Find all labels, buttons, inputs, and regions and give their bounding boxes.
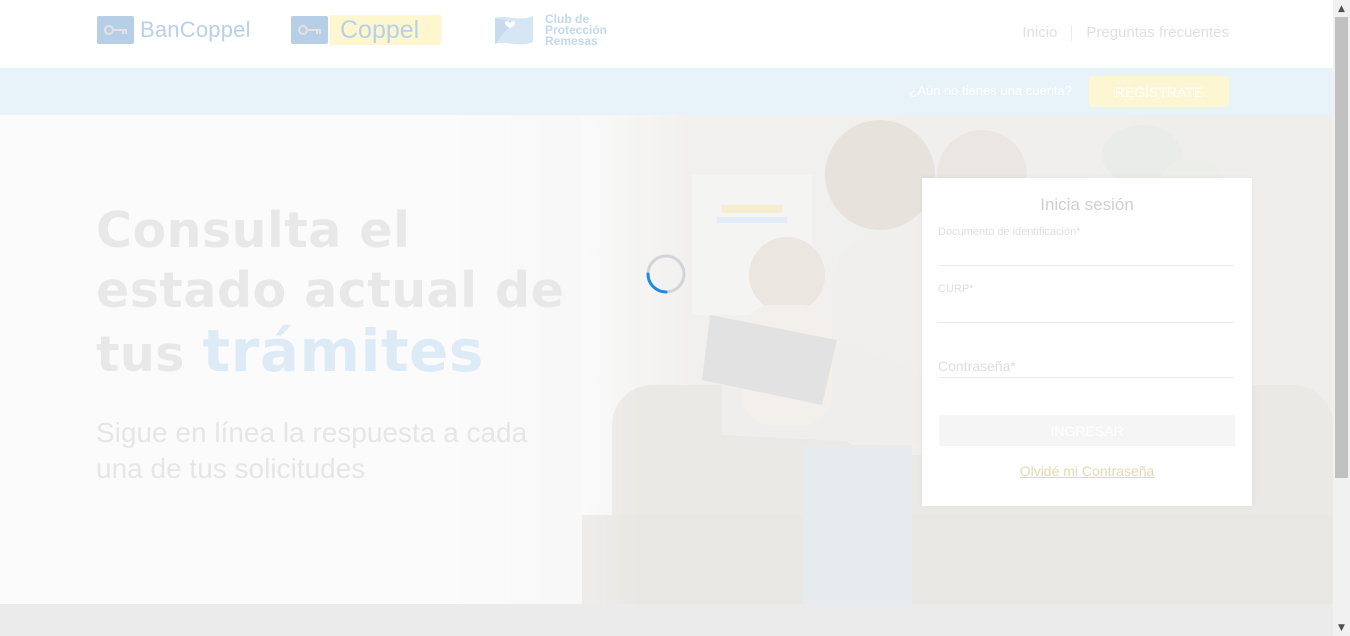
scroll-up-arrow-icon[interactable]: ▲ <box>1333 0 1350 17</box>
scroll-down-arrow-icon[interactable]: ▼ <box>1333 619 1350 636</box>
register-strip: ¿Aún no tienes una cuenta? REGÍSTRATE <box>0 68 1333 115</box>
curp-field[interactable]: CURP* <box>938 283 1234 323</box>
nav-divider <box>1071 24 1073 41</box>
heart-flag-icon <box>495 16 533 45</box>
curp-label: CURP* <box>938 283 974 295</box>
loading-spinner-icon <box>646 254 686 294</box>
id-document-field[interactable]: Documento de identificación* <box>938 226 1234 266</box>
password-label: Contraseña* <box>938 358 1016 374</box>
club-logo-text: Club de Protección Remesas <box>545 11 608 48</box>
scroll-thumb[interactable] <box>1335 17 1348 478</box>
login-title: Inicia sesión <box>1040 195 1134 214</box>
bancoppel-logo-text: BanCoppel <box>140 17 251 42</box>
login-button[interactable]: INGRESAR <box>939 415 1235 446</box>
register-button[interactable]: REGÍSTRATE <box>1089 76 1229 107</box>
bancoppel-logo[interactable]: BanCoppel <box>97 14 251 46</box>
top-nav: Inicio Preguntas frecuentes <box>1022 24 1229 41</box>
club-proteccion-remesas-logo[interactable]: Club de Protección Remesas <box>493 10 607 50</box>
no-account-question: ¿Aún no tienes una cuenta? <box>909 83 1072 98</box>
id-document-label: Documento de identificación* <box>938 226 1081 238</box>
coppel-logo[interactable]: Coppel <box>291 14 441 46</box>
password-field[interactable]: Contraseña* <box>938 358 1234 378</box>
footer <box>0 604 1333 636</box>
login-card: Inicia sesión Documento de identificació… <box>922 178 1252 506</box>
header: BanCoppel Coppel Club de Protección Reme… <box>0 0 1333 68</box>
nav-link-faq[interactable]: Preguntas frecuentes <box>1086 24 1229 41</box>
key-icon <box>291 16 328 44</box>
coppel-logo-text: Coppel <box>340 15 420 44</box>
coppel-logo-box: Coppel <box>330 15 441 45</box>
key-icon <box>97 16 134 44</box>
nav-link-home[interactable]: Inicio <box>1022 24 1057 41</box>
scrollbar[interactable]: ▲ ▼ <box>1333 0 1350 636</box>
hero-title-accent: trámites <box>202 317 484 385</box>
page: BanCoppel Coppel Club de Protección Reme… <box>0 0 1333 636</box>
hero-title: Consulta el estado actual de tus trámite… <box>96 202 565 385</box>
hero-subtitle: Sigue en línea la respuesta a cada una d… <box>96 417 528 484</box>
forgot-password-link[interactable]: Olvidé mi Contraseña <box>922 463 1252 479</box>
